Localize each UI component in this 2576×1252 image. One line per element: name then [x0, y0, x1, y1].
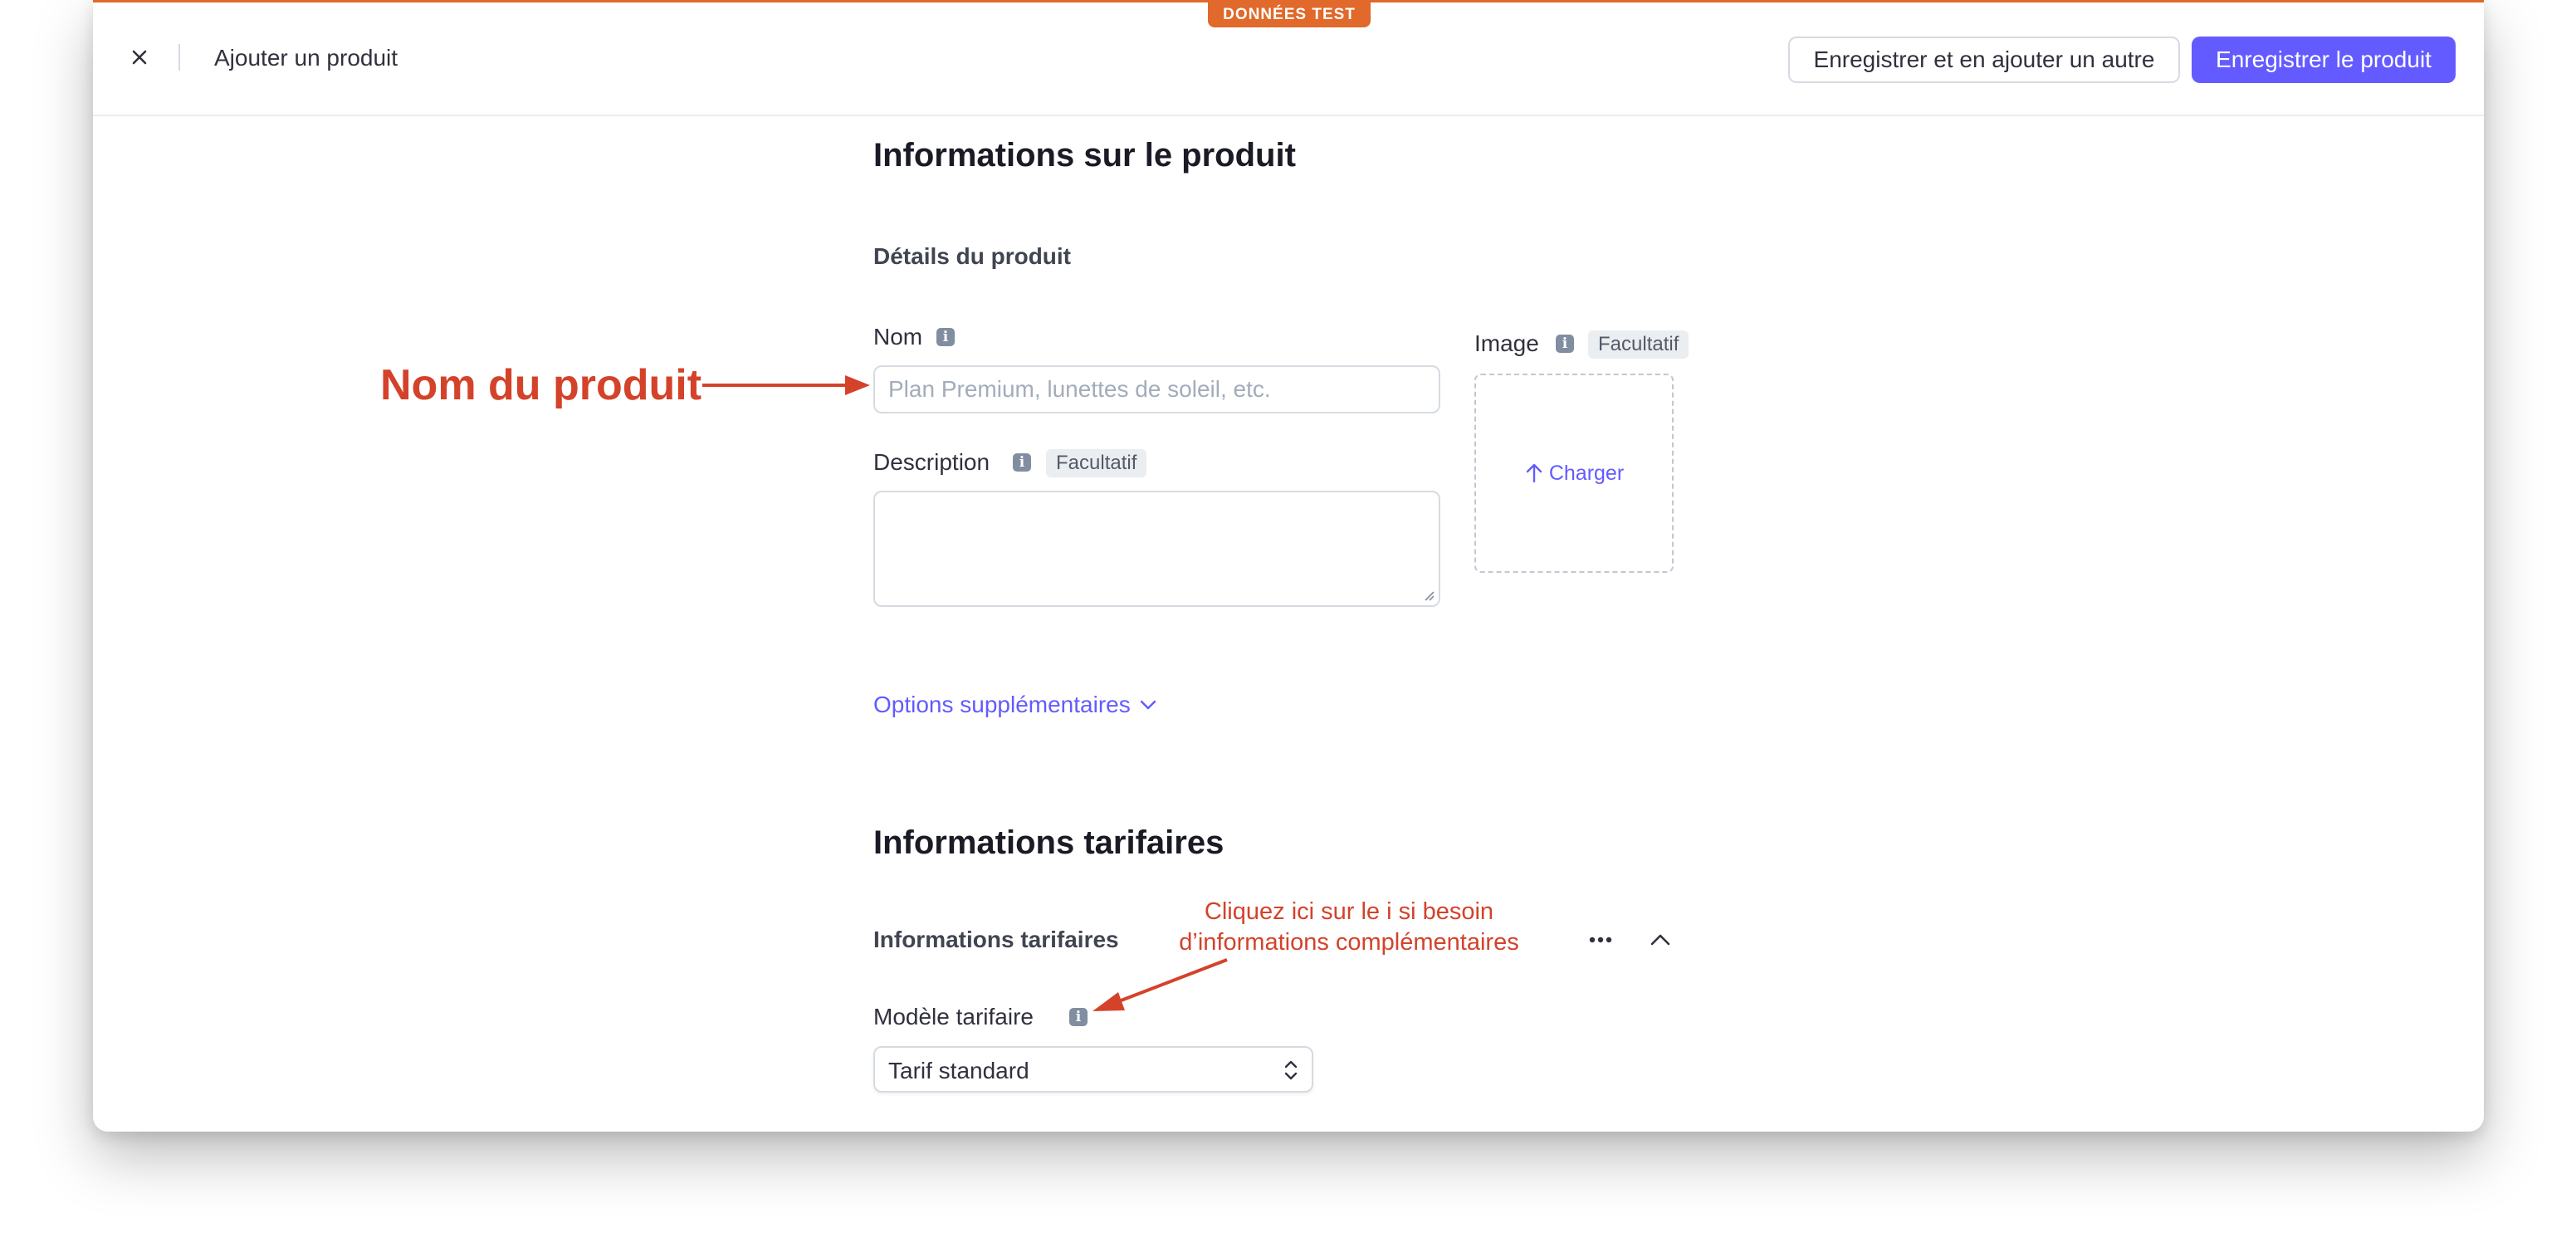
save-product-button[interactable]: Enregistrer le produit — [2192, 37, 2456, 83]
close-icon — [132, 50, 147, 65]
chevron-down-icon — [1140, 700, 1156, 710]
pricing-model-select[interactable]: Tarif standard — [873, 1046, 1313, 1093]
image-upload-button[interactable]: Charger — [1474, 374, 1674, 573]
chevron-up-icon — [1650, 934, 1670, 946]
description-label: Description — [873, 449, 990, 475]
name-input[interactable] — [873, 365, 1440, 413]
description-input[interactable] — [873, 491, 1440, 607]
more-actions-button[interactable] — [1582, 922, 1619, 958]
page-title: Ajouter un produit — [214, 45, 398, 71]
info-callout-line-1: Cliquez ici sur le i si besoin — [1204, 898, 1494, 925]
pricing-model-label: Modèle tarifaire — [873, 1004, 1034, 1029]
name-info-icon[interactable]: i — [936, 328, 955, 346]
pricing-subheading: Informations tarifaires — [873, 927, 1119, 952]
upload-label: Charger — [1548, 461, 1625, 485]
description-info-icon[interactable]: i — [1013, 453, 1031, 472]
info-callout-line-2: d’informations complémentaires — [1179, 929, 1519, 956]
ellipsis-icon — [1589, 937, 1612, 943]
pricing-heading: Informations tarifaires — [873, 824, 1224, 861]
test-data-badge: DONNÉES TEST — [1208, 2, 1371, 27]
close-button[interactable] — [123, 41, 156, 74]
image-label: Image — [1474, 330, 1539, 356]
chevron-updown-icon — [1284, 1060, 1298, 1080]
name-label: Nom — [873, 324, 923, 350]
save-and-add-another-button[interactable]: Enregistrer et en ajouter un autre — [1788, 37, 2180, 83]
description-optional-badge: Facultatif — [1046, 449, 1147, 477]
image-info-icon[interactable]: i — [1556, 335, 1574, 353]
add-product-modal: Ajouter un produit Enregistrer et en ajo… — [93, 0, 2484, 1132]
info-callout: Cliquez ici sur le i si besoin d’informa… — [1154, 897, 1544, 958]
pricing-model-value: Tarif standard — [888, 1058, 1029, 1083]
name-callout: Nom du produit — [380, 361, 702, 409]
collapse-pricing-button[interactable] — [1642, 922, 1679, 958]
arrow-up-icon — [1526, 463, 1542, 483]
more-options-label: Options supplémentaires — [873, 692, 1131, 717]
pricing-model-info-icon[interactable]: i — [1069, 1008, 1088, 1026]
product-details-heading: Détails du produit — [873, 243, 1071, 269]
resize-grip-icon[interactable] — [1422, 589, 1435, 602]
header-divider — [178, 44, 180, 71]
product-info-heading: Informations sur le produit — [873, 137, 1296, 174]
more-options-link[interactable]: Options supplémentaires — [873, 691, 1157, 719]
image-optional-badge: Facultatif — [1588, 330, 1689, 359]
